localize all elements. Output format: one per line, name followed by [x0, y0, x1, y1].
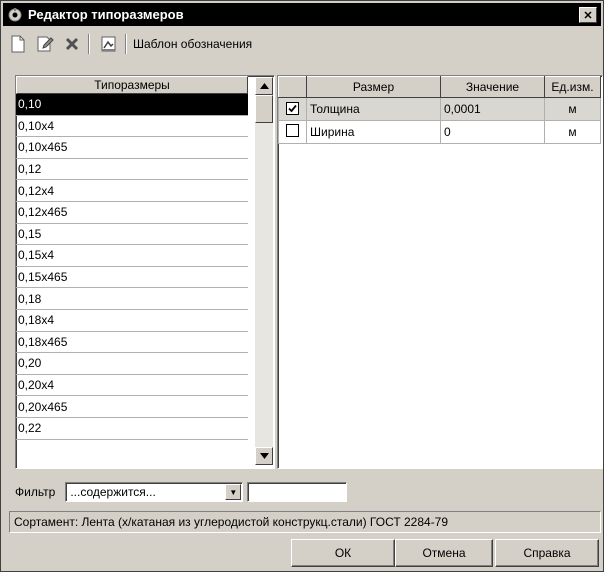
parameter-checkbox[interactable]: [286, 102, 299, 115]
filter-label: Фильтр: [15, 485, 56, 499]
close-button[interactable]: ✕: [579, 7, 597, 23]
size-list-item[interactable]: 0,12x465: [16, 202, 248, 224]
scroll-up-button[interactable]: [255, 77, 273, 95]
size-column-header[interactable]: Размер: [306, 76, 441, 98]
cancel-button[interactable]: Отмена: [395, 539, 493, 567]
value-column-header[interactable]: Значение: [440, 76, 545, 98]
size-list-item[interactable]: 0,22: [16, 418, 248, 440]
template-icon[interactable]: [97, 32, 121, 56]
size-list-item[interactable]: 0,15x4: [16, 245, 248, 267]
ok-button[interactable]: ОК: [291, 539, 395, 567]
delete-icon[interactable]: [60, 32, 84, 56]
window-title: Редактор типоразмеров: [28, 7, 184, 22]
parameter-value[interactable]: 0: [440, 120, 545, 144]
sizes-list: 0,10 0,10x4 0,10x465 0,12 0,12x4 0,12x465 0,15…: [16, 94, 248, 440]
parameters-table: Размер Значение Ед.изм. Толщина 0,0001 м Ши…: [278, 76, 601, 144]
sizes-scrollbar[interactable]: [255, 77, 273, 465]
parameter-row[interactable]: Толщина 0,0001 м: [278, 97, 601, 121]
toolbar: Шаблон обозначения: [3, 28, 601, 60]
parameter-name[interactable]: Ширина: [306, 120, 441, 144]
app-icon: [8, 7, 22, 21]
filter-row: Фильтр ...содержится... ▼: [15, 481, 375, 503]
new-doc-icon[interactable]: [6, 32, 30, 56]
size-list-item[interactable]: 0,18x465: [16, 332, 248, 354]
parameter-value[interactable]: 0,0001: [440, 97, 545, 121]
title-bar[interactable]: Редактор типоразмеров ✕: [3, 3, 601, 26]
template-designation-button[interactable]: Шаблон обозначения: [133, 37, 252, 51]
filter-mode-select[interactable]: ...содержится... ▼: [65, 482, 244, 502]
checkmark-icon: [288, 104, 297, 113]
triangle-down-icon: [259, 453, 269, 459]
filter-text-input[interactable]: [247, 482, 348, 502]
size-list-item[interactable]: 0,18x4: [16, 310, 248, 332]
size-list-item[interactable]: 0,12x4: [16, 180, 248, 202]
assortment-status: Сортамент: Лента (х/катаная из углеродис…: [9, 511, 601, 533]
editor-window: Редактор типоразмеров ✕ Шаблон обозначен…: [0, 0, 604, 572]
parameter-checkbox[interactable]: [286, 124, 299, 137]
sizes-list-panel: Типоразмеры 0,10 0,10x4 0,10x465 0,12 0,12x4…: [15, 75, 275, 469]
size-list-item[interactable]: 0,15: [16, 224, 248, 246]
size-list-item[interactable]: 0,20x465: [16, 396, 248, 418]
edit-doc-icon[interactable]: [33, 32, 57, 56]
parameter-row[interactable]: Ширина 0 м: [278, 120, 601, 144]
toolbar-separator: [125, 34, 127, 54]
toolbar-separator: [88, 34, 90, 54]
scroll-down-button[interactable]: [255, 447, 273, 465]
parameter-unit[interactable]: м: [544, 120, 601, 144]
help-button[interactable]: Справка: [495, 539, 599, 567]
filter-mode-value: ...содержится...: [70, 485, 156, 499]
size-list-item[interactable]: 0,18: [16, 288, 248, 310]
checkbox-cell: [278, 97, 307, 121]
size-list-item[interactable]: 0,15x465: [16, 267, 248, 289]
triangle-up-icon: [259, 83, 269, 89]
size-list-item[interactable]: 0,20: [16, 353, 248, 375]
size-list-item[interactable]: 0,12: [16, 159, 248, 181]
sizes-column-header[interactable]: Типоразмеры: [16, 76, 248, 94]
size-list-item[interactable]: 0,10x465: [16, 137, 248, 159]
scroll-thumb[interactable]: [255, 95, 273, 123]
parameters-panel: Размер Значение Ед.изм. Толщина 0,0001 м Ши…: [277, 75, 603, 469]
checkbox-column-header[interactable]: [278, 76, 307, 98]
checkbox-cell: [278, 120, 307, 144]
parameter-unit[interactable]: м: [544, 97, 601, 121]
parameter-name[interactable]: Толщина: [306, 97, 441, 121]
size-list-item[interactable]: 0,10: [16, 94, 248, 116]
size-list-item[interactable]: 0,20x4: [16, 375, 248, 397]
chevron-down-icon[interactable]: ▼: [225, 484, 242, 500]
size-list-item[interactable]: 0,10x4: [16, 116, 248, 138]
unit-column-header[interactable]: Ед.изм.: [544, 76, 601, 98]
